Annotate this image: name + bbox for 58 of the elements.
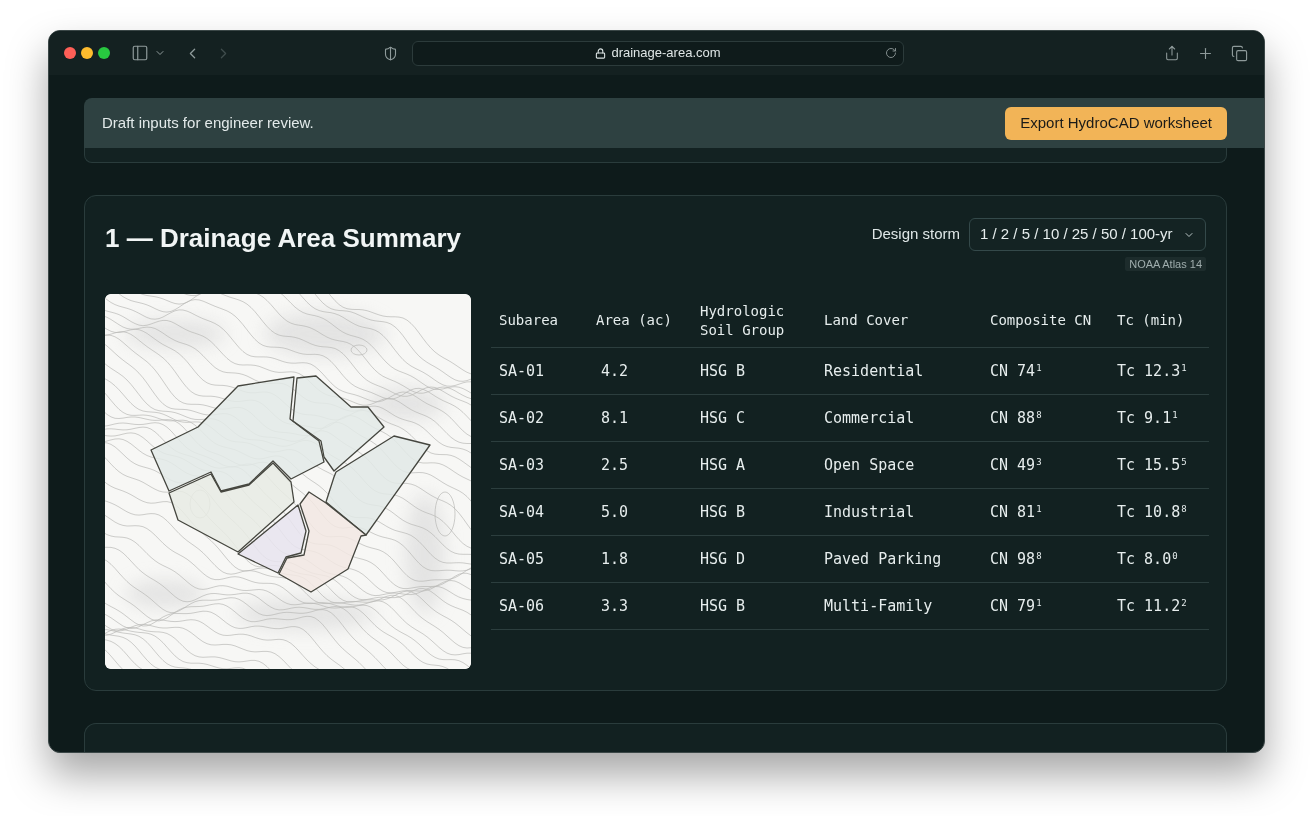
- table-cell-text: Tc 12.3$^{1}$: [1116, 360, 1188, 382]
- sidebar-icon[interactable]: [131, 44, 149, 62]
- table-cell-text: Commercial: [823, 407, 916, 429]
- export-button[interactable]: Export HydroCAD worksheet: [1005, 106, 1227, 140]
- table-cell-text: 5.0: [600, 501, 630, 523]
- table-cell-text: SA-06: [498, 595, 546, 617]
- table-cell-text: HSG A: [699, 454, 747, 476]
- table-cell-text: 1.8: [600, 548, 630, 570]
- storm-select[interactable]: 1 / 2 / 5 / 10 / 25 / 50 / 100-yr: [969, 218, 1206, 251]
- table-cell-text: Tc 15.5$^{5}$: [1116, 454, 1188, 476]
- share-icon[interactable]: [1164, 45, 1180, 61]
- table-cell-text: SA-05: [498, 548, 546, 570]
- close-window-icon[interactable]: [64, 47, 76, 59]
- table-cell-text: Open Space: [823, 454, 916, 476]
- table-cell-text: Multi-Family: [823, 595, 934, 617]
- column-header: Land Cover: [823, 311, 910, 330]
- table-cell-text: SA-03: [498, 454, 546, 476]
- banner-message: Draft inputs for engineer review.: [102, 112, 314, 133]
- table-cell-text: Paved Parking: [823, 548, 943, 570]
- source-badge: NOAA Atlas 14: [1125, 257, 1206, 271]
- table-cell-text: SA-02: [498, 407, 546, 429]
- reload-icon[interactable]: [885, 47, 897, 59]
- zoom-window-icon[interactable]: [98, 47, 110, 59]
- table-cell-text: CN 81$^{1}$: [989, 501, 1043, 523]
- table-cell-text: HSG B: [699, 595, 747, 617]
- table-cell-text: 2.5: [600, 454, 630, 476]
- shield-icon[interactable]: [383, 45, 398, 61]
- table-cell-text: Residential: [823, 360, 925, 382]
- table-cell-text: SA-01: [498, 360, 546, 382]
- table-cell-text: 4.2: [600, 360, 630, 382]
- table-cell-text: CN 74$^{1}$: [989, 360, 1043, 382]
- column-header: Composite CN: [989, 311, 1093, 330]
- table-cell-text: CN 88$^{8}$: [989, 407, 1043, 429]
- table-cell-text: HSG D: [699, 548, 747, 570]
- address-field[interactable]: drainage-area.com: [412, 40, 904, 66]
- column-header: Subarea: [498, 311, 559, 330]
- table-cell-text: CN 49$^{3}$: [989, 454, 1043, 476]
- column-header: Area (ac): [595, 311, 673, 330]
- table-cell-text: Tc 10.8$^{8}$: [1116, 501, 1188, 523]
- table-cell-text: SA-04: [498, 501, 546, 523]
- table-cell-text: HSG C: [699, 407, 747, 429]
- table-cell-text: Tc 9.1$^{1}$: [1116, 407, 1179, 429]
- table-cell-text: CN 98$^{8}$: [989, 548, 1043, 570]
- table-cell-text: Industrial: [823, 501, 916, 523]
- table-cell-text: HSG B: [699, 501, 747, 523]
- tabs-overview-icon[interactable]: [1231, 44, 1248, 62]
- storm-label: Design storm: [871, 224, 960, 245]
- column-header: Tc (min): [1116, 311, 1186, 330]
- section-title: 1 — Drainage Area Summary: [105, 222, 461, 254]
- lock-icon: [595, 47, 607, 59]
- table-cell-text: 3.3: [600, 595, 630, 617]
- column-header: Hydrologic Soil Group: [699, 301, 786, 340]
- table-cell-text: Tc 11.2$^{2}$: [1116, 595, 1188, 617]
- table-cell-text: HSG B: [699, 360, 747, 382]
- table-cell-text: CN 79$^{1}$: [989, 595, 1043, 617]
- table-cell-text: 8.1: [600, 407, 630, 429]
- minimize-window-icon[interactable]: [81, 47, 93, 59]
- table-cell-text: Tc 8.0$^{0}$: [1116, 548, 1179, 570]
